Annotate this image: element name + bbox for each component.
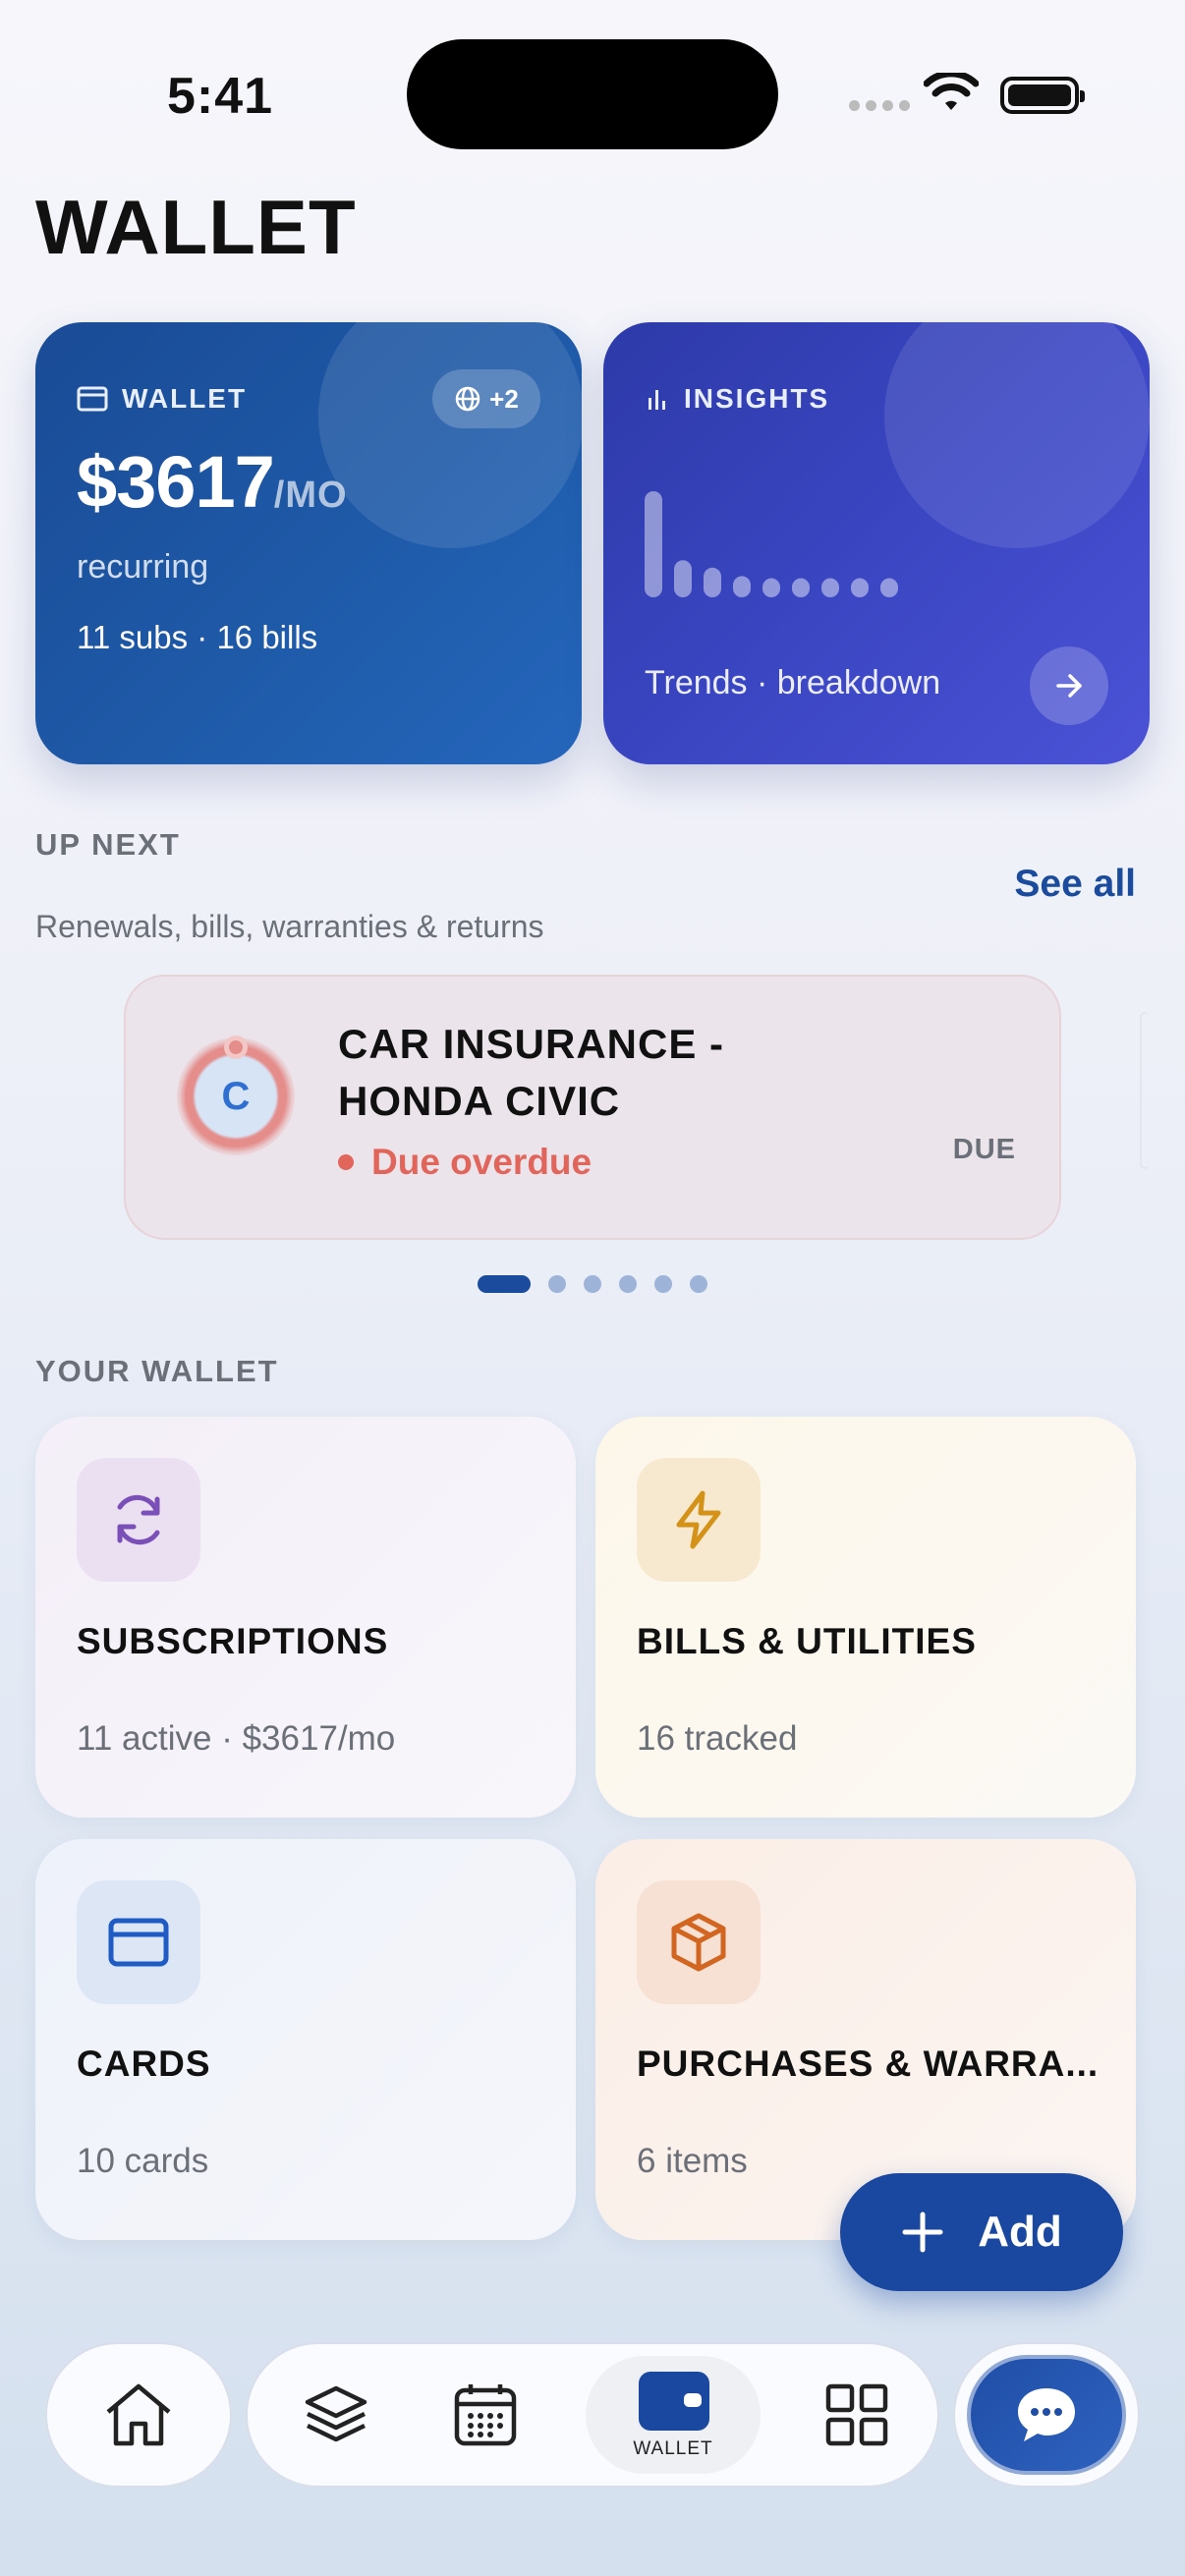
insight-bar	[792, 578, 810, 597]
lightning-icon	[676, 1490, 721, 1549]
pager-dot[interactable]	[690, 1275, 707, 1293]
nav-grid-button[interactable]	[798, 2344, 916, 2486]
pager-dot[interactable]	[548, 1275, 566, 1293]
calendar-icon	[454, 2384, 517, 2446]
tile-title: CARDS	[77, 2044, 211, 2084]
insight-bar	[704, 567, 721, 597]
due-badge: DUE	[952, 1134, 1016, 1165]
credit-card-icon	[108, 1918, 169, 1967]
subscription-counts: 11 subs · 16 bills	[77, 619, 318, 655]
item-avatar: C	[177, 1036, 295, 1155]
overdue-indicator	[224, 1036, 248, 1059]
tile-subtitle: 16 tracked	[637, 1719, 798, 1758]
package-icon	[671, 1913, 726, 1972]
nav-layers-button[interactable]	[277, 2344, 395, 2486]
nav-home-button[interactable]	[45, 2342, 232, 2488]
wallet-icon	[639, 2372, 709, 2431]
nav-chat-button[interactable]	[953, 2342, 1140, 2488]
cellular-signal-icon	[849, 100, 910, 111]
tile-title: BILLS & UTILITIES	[637, 1621, 977, 1661]
pager-dot[interactable]	[654, 1275, 672, 1293]
wallet-card-label: WALLET	[122, 383, 248, 414]
insights-card-header: INSIGHTS	[645, 383, 829, 415]
dynamic-island	[407, 39, 778, 149]
home-icon	[106, 2383, 171, 2446]
insights-card-label: INSIGHTS	[684, 383, 830, 414]
insight-bar	[851, 578, 869, 597]
refresh-icon	[117, 1494, 160, 1545]
tile-icon-box	[77, 1880, 200, 2004]
wallet-card-header: WALLET	[77, 383, 247, 415]
your-wallet-heading: YOUR WALLET	[35, 1354, 279, 1388]
nav-calendar-button[interactable]	[426, 2344, 544, 2486]
credit-card-icon	[77, 386, 108, 412]
nav-wallet-label: WALLET	[633, 2438, 713, 2459]
bar-chart-icon	[649, 390, 665, 410]
add-button-label: Add	[978, 2208, 1062, 2256]
insight-bar	[762, 578, 780, 597]
tile-icon-box	[77, 1458, 200, 1582]
arrow-right-icon	[1056, 674, 1082, 698]
layers-icon	[305, 2385, 367, 2442]
plus-icon	[902, 2212, 943, 2253]
amount-unit: /MO	[273, 475, 348, 516]
subscriptions-tile[interactable]: SUBSCRIPTIONS 11 active · $3617/mo	[35, 1417, 576, 1818]
insights-open-button[interactable]	[1030, 646, 1108, 725]
tile-title: PURCHASES & WARRA...	[637, 2044, 1100, 2084]
tile-subtitle: 6 items	[637, 2142, 748, 2180]
status-time: 5:41	[167, 68, 274, 125]
insight-bar	[821, 578, 839, 597]
item-title: CAR INSURANCE - HONDA CIVIC	[338, 1021, 724, 1124]
insight-bar	[733, 576, 751, 597]
upcoming-item-card[interactable]: C CAR INSURANCE - HONDA CIVIC Due overdu…	[124, 975, 1061, 1240]
pager-dot[interactable]	[478, 1275, 531, 1293]
currency-badge[interactable]: +2	[432, 369, 540, 428]
next-card-peek[interactable]	[1140, 1012, 1150, 1169]
tile-subtitle: 11 active · $3617/mo	[77, 1719, 396, 1758]
pager-dot[interactable]	[619, 1275, 637, 1293]
bottom-nav-bar: WALLET	[246, 2342, 939, 2488]
add-button[interactable]: Add	[840, 2173, 1123, 2291]
grid-icon	[825, 2383, 888, 2446]
insight-bar	[674, 560, 692, 597]
tile-icon-box	[637, 1880, 761, 2004]
currency-count: +2	[489, 383, 519, 414]
status-dot	[338, 1154, 354, 1170]
up-next-subtitle: Renewals, bills, warranties & returns	[35, 909, 544, 944]
insight-bar	[645, 491, 662, 597]
up-next-heading: UP NEXT	[35, 827, 181, 862]
decorative-circle	[884, 322, 1150, 548]
page-title: WALLET	[35, 184, 357, 270]
wifi-icon	[924, 73, 979, 110]
amount-value: $3617	[77, 441, 275, 523]
bills-utilities-tile[interactable]: BILLS & UTILITIES 16 tracked	[595, 1417, 1136, 1818]
globe-icon	[455, 386, 480, 412]
item-status: Due overdue	[338, 1142, 592, 1183]
insights-card[interactable]: INSIGHTS Trends · breakdown	[603, 322, 1150, 764]
trends-label: Trends · breakdown	[645, 664, 941, 701]
see-all-link[interactable]: See all	[1014, 863, 1136, 906]
tile-icon-box	[637, 1458, 761, 1582]
status-bar: 5:41	[0, 0, 1185, 167]
tile-title: SUBSCRIPTIONS	[77, 1621, 389, 1661]
insights-mini-chart	[645, 491, 898, 597]
nav-wallet-button[interactable]: WALLET	[586, 2356, 761, 2474]
chat-button-inner	[967, 2355, 1126, 2475]
pager-dot[interactable]	[584, 1275, 601, 1293]
chat-icon	[1018, 2388, 1075, 2441]
item-status-text: Due overdue	[371, 1142, 592, 1182]
insight-bar	[880, 578, 898, 597]
carousel-pager[interactable]	[478, 1275, 707, 1293]
recurring-label: recurring	[77, 548, 209, 586]
monthly-amount: $3617/MO	[77, 440, 348, 524]
tile-subtitle: 10 cards	[77, 2142, 209, 2180]
cards-tile[interactable]: CARDS 10 cards	[35, 1839, 576, 2240]
battery-icon	[1000, 77, 1085, 114]
decorative-circle	[318, 322, 582, 548]
wallet-summary-card[interactable]: WALLET +2 $3617/MO recurring 11 subs · 1…	[35, 322, 582, 764]
